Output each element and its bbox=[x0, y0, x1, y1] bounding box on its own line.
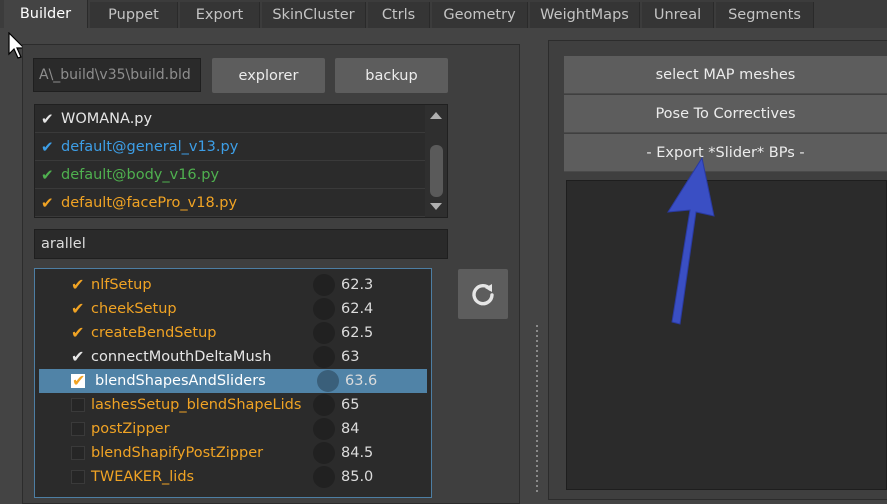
file-name: default@body_v16.py bbox=[61, 167, 220, 183]
step-row[interactable]: ✔ connectMouthDeltaMush 63 bbox=[35, 345, 431, 369]
checkmark-icon[interactable]: ✔ bbox=[71, 349, 86, 365]
status-dot-icon bbox=[313, 274, 335, 296]
checkmark-icon: ✔ bbox=[41, 194, 54, 212]
checkmark-icon: ✔ bbox=[41, 166, 54, 184]
step-label: blendShapesAndSliders bbox=[95, 373, 266, 389]
status-dot-icon bbox=[313, 322, 335, 344]
file-list-item[interactable]: ✔ WOMANA.py bbox=[35, 106, 425, 133]
status-dot-icon bbox=[313, 442, 335, 464]
checkmark-icon[interactable]: ✔ bbox=[72, 373, 87, 389]
backup-button[interactable]: backup bbox=[335, 58, 448, 93]
status-dot-icon bbox=[313, 346, 335, 368]
step-order-value: 62.4 bbox=[341, 301, 374, 317]
step-row[interactable]: ✔ cheekSetup 62.4 bbox=[35, 297, 431, 321]
step-label: cheekSetup bbox=[91, 301, 177, 317]
tab-puppet[interactable]: Puppet bbox=[90, 2, 178, 28]
scroll-thumb[interactable] bbox=[430, 145, 443, 197]
tab-builder[interactable]: Builder bbox=[4, 0, 88, 28]
step-order-value: 85.0 bbox=[341, 469, 374, 485]
tab-skincluster[interactable]: SkinCluster bbox=[262, 2, 366, 28]
step-checkbox[interactable] bbox=[71, 422, 85, 436]
tab-unreal[interactable]: Unreal bbox=[642, 2, 714, 28]
build-file-list[interactable]: ✔ default@facePro_v18.py ✔ default@body_v16… bbox=[34, 104, 448, 218]
step-row[interactable]: ✔ blendShapesAndSliders 63.6 bbox=[39, 369, 427, 393]
step-row[interactable]: blendShapifyPostZipper 84.5 bbox=[35, 441, 431, 465]
status-dot-icon bbox=[313, 466, 335, 488]
checkmark-icon: ✔ bbox=[41, 138, 54, 156]
step-order-value: 84.5 bbox=[341, 445, 374, 461]
step-order-value: 62.5 bbox=[341, 325, 374, 341]
step-checkbox[interactable] bbox=[71, 446, 85, 460]
step-row[interactable]: lashesSetup_blendShapeLids 65 bbox=[35, 393, 431, 417]
tab-export[interactable]: Export bbox=[180, 2, 260, 28]
step-label: createBendSetup bbox=[91, 325, 217, 341]
step-label: nlfSetup bbox=[91, 277, 152, 293]
step-row[interactable]: postZipper 84 bbox=[35, 417, 431, 441]
file-list-item[interactable]: ✔ default@body_v16.py bbox=[35, 162, 425, 189]
step-row[interactable]: ✔ nlfSetup 62.3 bbox=[35, 273, 431, 297]
checkmark-icon[interactable]: ✔ bbox=[71, 325, 86, 341]
step-checkbox[interactable] bbox=[71, 470, 85, 484]
pose-to-correctives-button[interactable]: Pose To Correctives bbox=[564, 95, 887, 133]
scroll-down-icon[interactable] bbox=[430, 203, 442, 210]
refresh-button[interactable] bbox=[458, 269, 508, 319]
select-map-meshes-button[interactable]: select MAP meshes bbox=[564, 56, 887, 94]
explorer-button[interactable]: explorer bbox=[212, 58, 325, 93]
splitter-handle[interactable] bbox=[536, 325, 538, 495]
file-list-item[interactable]: ✔ default@facePro_v18.py bbox=[35, 190, 425, 217]
step-label: TWEAKER_lids bbox=[91, 469, 195, 485]
refresh-icon bbox=[472, 284, 494, 306]
step-row[interactable]: ✔ createBendSetup 62.5 bbox=[35, 321, 431, 345]
scroll-up-icon[interactable] bbox=[430, 112, 442, 119]
step-order-value: 84 bbox=[341, 421, 360, 437]
step-label: lashesSetup_blendShapeLids bbox=[91, 397, 302, 413]
tab-geometry[interactable]: Geometry bbox=[432, 2, 528, 28]
status-dot-icon bbox=[313, 394, 335, 416]
step-label: blendShapifyPostZipper bbox=[91, 445, 264, 461]
checkmark-icon[interactable]: ✔ bbox=[71, 301, 86, 317]
step-label: postZipper bbox=[91, 421, 170, 437]
file-list-scrollbar[interactable] bbox=[425, 105, 447, 217]
tab-bar: Builder Puppet Export SkinCluster Ctrls Geome… bbox=[0, 0, 887, 28]
step-label: connectMouthDeltaMush bbox=[91, 349, 272, 365]
blue-arrow-annotation bbox=[650, 150, 730, 334]
step-checkbox[interactable] bbox=[71, 398, 85, 412]
checkmark-icon: ✔ bbox=[41, 110, 54, 128]
tab-weightmaps[interactable]: WeightMaps bbox=[530, 2, 640, 28]
tab-ctrls[interactable]: Ctrls bbox=[368, 2, 430, 28]
step-order-value: 65 bbox=[341, 397, 360, 413]
build-path-field[interactable] bbox=[33, 58, 201, 92]
file-name: default@general_v13.py bbox=[61, 139, 239, 155]
status-dot-icon bbox=[317, 370, 339, 392]
file-list-item[interactable]: ✔ default@general_v13.py bbox=[35, 134, 425, 161]
status-dot-icon bbox=[313, 418, 335, 440]
step-order-value: 63 bbox=[341, 349, 360, 365]
step-row[interactable]: TWEAKER_lids 85.0 bbox=[35, 465, 431, 489]
build-step-list[interactable]: ✔ nlfSetup 62.3 ✔ cheekSetup 62.4 ✔ createBendS… bbox=[34, 268, 432, 498]
file-name: WOMANA.py bbox=[61, 111, 153, 127]
step-order-value: 63.6 bbox=[345, 373, 378, 389]
tab-segments[interactable]: Segments bbox=[716, 2, 814, 28]
status-dot-icon bbox=[313, 298, 335, 320]
file-name: default@facePro_v18.py bbox=[61, 195, 238, 211]
step-filter-input[interactable] bbox=[34, 229, 448, 259]
step-order-value: 62.3 bbox=[341, 277, 374, 293]
checkmark-icon[interactable]: ✔ bbox=[71, 277, 86, 293]
